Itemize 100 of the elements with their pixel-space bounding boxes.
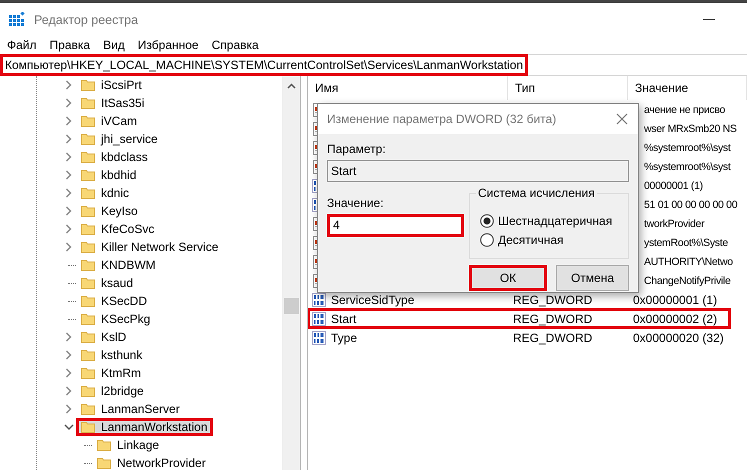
chevron-right-icon[interactable] (64, 116, 74, 126)
folder-icon (81, 313, 95, 325)
chevron-right-icon[interactable] (64, 242, 74, 252)
value-data: wser MRxSmb20 NS (644, 122, 737, 134)
tree-item[interactable]: ItSas35i (76, 94, 150, 112)
tree-item[interactable]: iVCam (76, 112, 142, 130)
menu-item[interactable]: Правка (42, 38, 96, 52)
dialog-title: Изменение параметра DWORD (32 бита) (327, 112, 556, 126)
chevron-right-icon[interactable] (64, 80, 74, 90)
chevron-right-icon[interactable] (64, 332, 74, 342)
close-icon[interactable] (616, 113, 628, 125)
tree-item[interactable]: KNDBWM (76, 256, 161, 274)
folder-icon (81, 169, 95, 181)
value-name: Type (331, 330, 358, 344)
menu-item[interactable]: Справка (204, 38, 265, 52)
chevron-right-icon[interactable] (64, 206, 74, 216)
scroll-up-icon[interactable] (287, 83, 296, 89)
value-name: ServiceSidType (331, 292, 414, 306)
parameter-field[interactable]: Start (327, 160, 629, 182)
value-data: ачение не присво (644, 104, 726, 116)
tree-item[interactable]: Killer Network Service (76, 238, 224, 256)
binary-value-icon (312, 330, 326, 344)
value-data: 0x00000001 (1) (633, 292, 718, 306)
folder-icon (81, 133, 95, 145)
chevron-right-icon[interactable] (64, 224, 74, 234)
tree-item[interactable]: iScsiPrt (76, 76, 147, 94)
folder-icon (81, 367, 95, 379)
tree-item[interactable]: Linkage (92, 436, 164, 454)
address-field[interactable]: Компьютер\HKEY_LOCAL_MACHINE\SYSTEM\CurrentControlSet\Services\LanmanWorkstation (0, 54, 528, 76)
chevron-right-icon[interactable] (64, 188, 74, 198)
binary-value-icon (312, 312, 326, 326)
highlighted-row[interactable]: Start REG_DWORD 0x00000002 (2) (308, 309, 730, 328)
tree-item[interactable]: KfeCoSvc (76, 220, 160, 238)
folder-icon (81, 151, 95, 163)
chevron-right-icon[interactable] (64, 350, 74, 360)
value-type: REG_DWORD (513, 330, 592, 344)
folder-icon (97, 439, 111, 451)
tree-item[interactable]: kbdclass (76, 148, 153, 166)
value-data: 0x00000002 (2) (633, 312, 718, 326)
menu-item[interactable]: Вид (96, 38, 131, 52)
tree-item[interactable]: LanmanServer (76, 400, 185, 418)
app-icon (9, 12, 25, 28)
value-data: AUTHORITY\Netwo (644, 256, 733, 268)
folder-icon (81, 349, 95, 361)
folder-icon (81, 115, 95, 127)
folder-icon (81, 331, 95, 343)
column-header[interactable]: Тип (508, 76, 628, 100)
tree-item[interactable]: KslD (76, 328, 132, 346)
radio-button[interactable] (480, 233, 494, 247)
chevron-right-icon[interactable] (64, 404, 74, 414)
ok-button[interactable]: ОК (469, 265, 547, 291)
tree-item[interactable]: KSecDD (76, 292, 152, 310)
tree-item[interactable]: KtmRm (76, 364, 146, 382)
minimize-icon[interactable] (703, 18, 715, 20)
value-data: ChangeNotifyPrivile (644, 274, 731, 286)
value-data: %systemroot%\syst (644, 142, 731, 154)
tree-item[interactable]: kbdhid (76, 166, 142, 184)
menu-item[interactable]: Избранное (130, 38, 205, 52)
chevron-right-icon[interactable] (64, 152, 74, 162)
radio-label[interactable]: Шестнадцатеричная (498, 214, 612, 228)
chevron-down-icon[interactable] (64, 424, 74, 430)
tree-item[interactable]: ksaud (76, 274, 138, 292)
tree-item[interactable]: ksthunk (76, 346, 148, 364)
chevron-right-icon[interactable] (64, 386, 74, 396)
value-type: REG_DWORD (513, 312, 592, 326)
radio-button[interactable] (480, 214, 494, 228)
value-input[interactable]: 4 (327, 214, 464, 237)
folder-icon (81, 259, 95, 271)
folder-icon (81, 79, 95, 91)
scrollbar[interactable] (283, 76, 300, 470)
folder-icon (81, 205, 95, 217)
chevron-right-icon[interactable] (64, 368, 74, 378)
folder-icon (81, 385, 95, 397)
scroll-thumb[interactable] (284, 298, 299, 314)
cancel-button[interactable]: Отмена (556, 265, 629, 291)
group-title: Система исчисления (476, 186, 597, 200)
column-header[interactable]: Значение (628, 76, 747, 100)
chevron-right-icon[interactable] (64, 134, 74, 144)
window-title: Редактор реестра (34, 12, 138, 26)
tree-item[interactable]: NetworkProvider (92, 454, 211, 470)
folder-icon (81, 421, 95, 433)
chevron-right-icon[interactable] (64, 170, 74, 180)
folder-icon (81, 223, 95, 235)
column-header[interactable]: Имя (308, 76, 508, 100)
tree-item[interactable]: kdnic (76, 184, 134, 202)
binary-value-icon (312, 292, 326, 306)
radio-label[interactable]: Десятичная (498, 233, 564, 247)
tree-item[interactable]: KSecPkg (76, 310, 156, 328)
folder-icon (81, 403, 95, 415)
tree-item[interactable]: KeyIso (76, 202, 143, 220)
chevron-right-icon[interactable] (64, 98, 74, 108)
value-data: %systemroot%\syst (644, 160, 731, 172)
tree-item[interactable]: jhi_service (76, 130, 163, 148)
value-data: ystemRoot%\Syste (644, 236, 728, 248)
menu-item[interactable]: Файл (0, 38, 43, 52)
folder-icon (81, 97, 95, 109)
tree-item[interactable]: l2bridge (76, 382, 149, 400)
value-label: Значение: (327, 196, 385, 210)
folder-icon (81, 187, 95, 199)
tree-item[interactable]: LanmanWorkstation (76, 418, 212, 436)
